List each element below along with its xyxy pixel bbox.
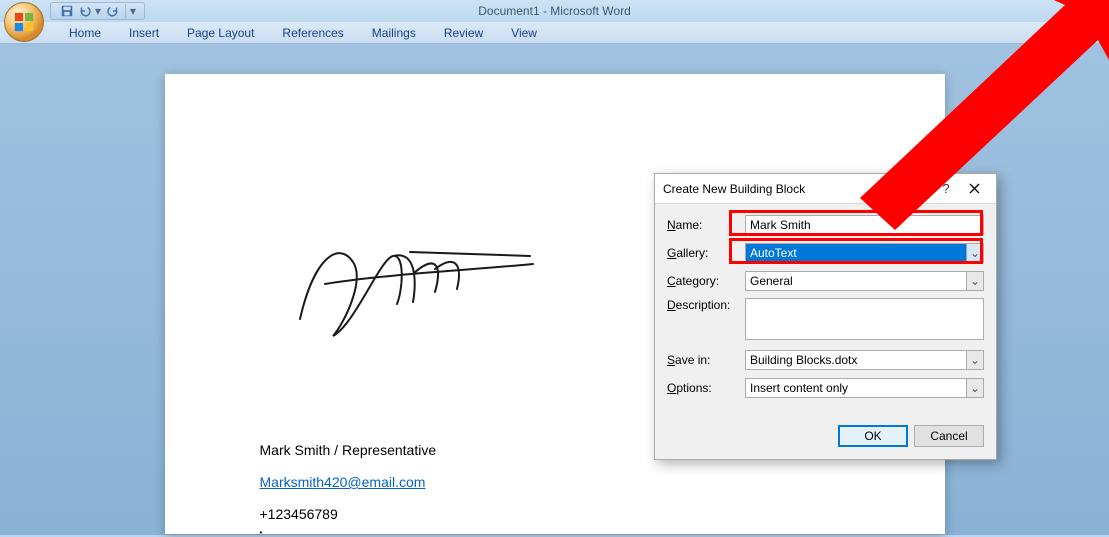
chevron-down-icon: ⌄ (966, 351, 983, 369)
options-select[interactable]: Insert content only ⌄ (745, 378, 984, 398)
label-name: Name: (667, 218, 745, 232)
chevron-down-icon: ⌄ (966, 244, 983, 262)
label-options: Options: (667, 381, 745, 395)
gallery-value: AutoText (750, 246, 797, 260)
signature-email-link[interactable]: Marksmith420@email.com (260, 474, 426, 490)
undo-dropdown-icon[interactable]: ▾ (95, 4, 103, 18)
tab-page-layout[interactable]: Page Layout (173, 23, 268, 43)
label-description: Description: (667, 298, 745, 312)
ok-button[interactable]: OK (838, 425, 908, 447)
tab-references[interactable]: References (268, 23, 357, 43)
label-category: Category: (667, 274, 745, 288)
gallery-select[interactable]: AutoText ⌄ (745, 243, 984, 263)
save-in-select[interactable]: Building Blocks.dotx ⌄ (745, 350, 984, 370)
ribbon-tabs: Home Insert Page Layout References Maili… (0, 22, 1109, 44)
undo-button[interactable] (77, 3, 93, 19)
save-button[interactable] (59, 3, 75, 19)
tab-insert[interactable]: Insert (115, 23, 173, 43)
signature-name-line: Mark Smith / Representative (260, 442, 437, 458)
quick-access-toolbar: ▾ ▾ (50, 2, 145, 20)
tab-home[interactable]: Home (55, 23, 115, 43)
office-button[interactable] (4, 2, 44, 42)
qat-customize-icon[interactable]: ▾ (130, 4, 138, 18)
category-select[interactable]: General ⌄ (745, 271, 984, 291)
close-icon (969, 183, 980, 194)
create-building-block-dialog: Create New Building Block ? Name: Galler… (654, 173, 997, 460)
chevron-down-icon: ⌄ (966, 379, 983, 397)
description-textarea[interactable] (745, 298, 984, 340)
chevron-down-icon: ⌄ (966, 272, 983, 290)
dialog-titlebar[interactable]: Create New Building Block ? (655, 174, 996, 204)
signature-phone: +123456789 (260, 506, 338, 522)
name-input[interactable] (745, 215, 984, 235)
title-bar: ▾ ▾ Document1 - Microsoft Word (0, 0, 1109, 22)
list-bullet: • (260, 528, 263, 537)
tab-mailings[interactable]: Mailings (358, 23, 430, 43)
dialog-title: Create New Building Block (663, 182, 932, 196)
tab-view[interactable]: View (497, 23, 551, 43)
dialog-close-button[interactable] (960, 178, 988, 200)
category-value: General (750, 274, 793, 288)
save-in-value: Building Blocks.dotx (750, 353, 857, 367)
window-title: Document1 - Microsoft Word (478, 4, 631, 18)
tab-review[interactable]: Review (430, 23, 497, 43)
label-gallery: Gallery: (667, 246, 745, 260)
office-logo-icon (13, 11, 35, 33)
dialog-help-button[interactable]: ? (932, 178, 960, 200)
options-value: Insert content only (750, 381, 848, 395)
redo-button[interactable] (105, 3, 121, 19)
cancel-button[interactable]: Cancel (914, 425, 984, 447)
label-save-in: Save in: (667, 353, 745, 367)
signature-image (285, 214, 545, 344)
